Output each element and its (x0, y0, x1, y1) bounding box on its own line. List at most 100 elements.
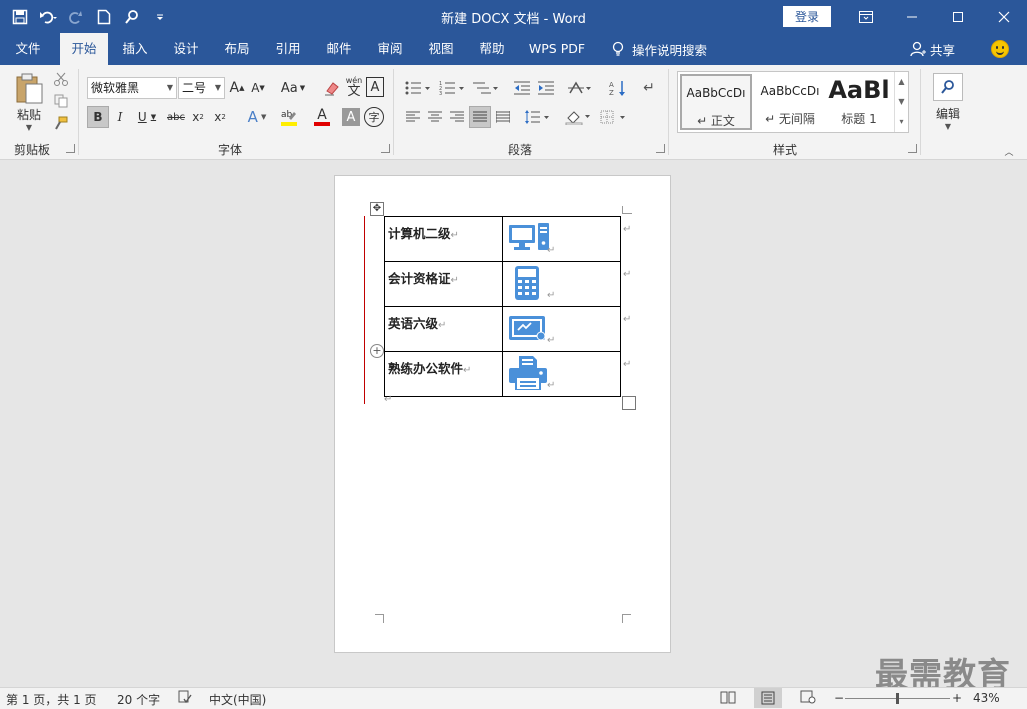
text-effects-icon[interactable]: A ▼ (243, 106, 271, 128)
tab-file[interactable]: 文件 (4, 33, 52, 65)
decrease-indent-icon[interactable] (512, 77, 532, 99)
ribbon-display-icon[interactable] (843, 0, 889, 33)
collapse-ribbon-icon[interactable]: ︿ (1002, 145, 1016, 158)
table-cell[interactable]: ↵ (502, 306, 621, 352)
undo-icon[interactable] (36, 6, 60, 28)
increase-indent-icon[interactable] (536, 77, 556, 99)
table-cell[interactable]: 计算机二级↵ (384, 216, 503, 262)
tab-view[interactable]: 视图 (418, 33, 464, 65)
table-move-handle-icon[interactable]: ✥ (370, 202, 384, 216)
share-button[interactable]: 共享 (910, 33, 955, 65)
web-layout-icon[interactable] (800, 690, 816, 707)
tab-layout[interactable]: 布局 (214, 33, 260, 65)
font-name-combo[interactable]: 微软雅黑 ▼ (87, 77, 177, 99)
styles-launcher-icon[interactable] (908, 144, 917, 153)
style-no-spacing[interactable]: AaBbCcDı ↵ 无间隔 (754, 74, 826, 130)
enclose-characters-icon[interactable]: 字 (364, 107, 384, 127)
tab-wps-pdf[interactable]: WPS PDF (522, 33, 592, 65)
bullets-icon[interactable] (403, 77, 433, 99)
superscript-icon[interactable]: x2 (211, 106, 229, 128)
multilevel-list-icon[interactable] (471, 77, 501, 99)
font-launcher-icon[interactable] (381, 144, 390, 153)
italic-icon[interactable]: I (111, 106, 129, 128)
sort-icon[interactable]: AZ (607, 77, 629, 99)
close-icon[interactable] (981, 0, 1027, 33)
table-resize-handle[interactable] (622, 396, 636, 410)
tab-references[interactable]: 引用 (265, 33, 311, 65)
proofing-icon[interactable] (178, 690, 192, 707)
styles-scrollbar[interactable]: ▲ ▼ ▾ (894, 72, 908, 132)
font-color-icon[interactable]: A (308, 106, 336, 128)
chevron-up-icon[interactable]: ▲ (895, 72, 908, 92)
insert-row-icon[interactable]: + (370, 344, 384, 358)
numbering-icon[interactable]: 123 (437, 77, 467, 99)
read-mode-icon[interactable] (720, 690, 736, 707)
editing-button[interactable]: 编辑 ▼ (928, 69, 968, 135)
copy-icon[interactable] (52, 93, 70, 109)
clear-formatting-icon[interactable] (322, 77, 342, 99)
shrink-font-icon[interactable]: A ▼ (249, 77, 267, 99)
minimize-icon[interactable] (889, 0, 935, 33)
tab-home[interactable]: 开始 (60, 33, 108, 65)
table-cell[interactable]: 英语六级↵ (384, 306, 503, 352)
zoom-in-button[interactable]: + (952, 691, 962, 705)
tab-insert[interactable]: 插入 (112, 33, 158, 65)
new-doc-icon[interactable] (92, 6, 116, 28)
skills-table[interactable]: 计算机二级↵ ↵ 会计资格证↵ ↵ 英语六级↵ ↵ 熟练办公软件↵ ↵ (384, 216, 621, 397)
align-left-icon[interactable] (403, 106, 423, 128)
document-area[interactable]: ✥ + 计算机二级↵ ↵ 会计资格证↵ ↵ 英语六级↵ ↵ 熟练办公软件↵ ↵ … (0, 160, 1027, 687)
page-count[interactable]: 第 1 页，共 1 页 (6, 691, 97, 708)
strikethrough-icon[interactable]: abc (165, 106, 187, 128)
table-cell[interactable]: ↵ (502, 261, 621, 307)
chinese-layout-icon[interactable] (566, 77, 594, 99)
document-page[interactable]: ✥ + 计算机二级↵ ↵ 会计资格证↵ ↵ 英语六级↵ ↵ 熟练办公软件↵ ↵ … (334, 175, 671, 653)
paste-button[interactable]: 粘贴 ▼ (10, 69, 48, 135)
smiley-feedback-icon[interactable] (991, 40, 1009, 58)
zoom-out-button[interactable]: − (834, 691, 844, 705)
phonetic-guide-button[interactable]: wén 文 (344, 75, 364, 99)
underline-icon[interactable]: U ▼ (133, 106, 161, 128)
line-spacing-icon[interactable] (522, 106, 552, 128)
tab-mailings[interactable]: 邮件 (316, 33, 362, 65)
grow-font-icon[interactable]: A ▲ (228, 77, 246, 99)
tab-review[interactable]: 审阅 (367, 33, 413, 65)
login-button[interactable]: 登录 (783, 6, 831, 27)
character-shading-icon[interactable]: A (342, 108, 360, 126)
show-marks-icon[interactable]: ↵ (640, 77, 658, 99)
change-case-button[interactable]: Aa ▼ (278, 77, 308, 99)
paragraph-shading-icon[interactable] (563, 106, 593, 128)
justify-icon[interactable] (469, 106, 491, 128)
align-right-icon[interactable] (447, 106, 467, 128)
bold-icon[interactable]: B (87, 106, 109, 128)
tab-design[interactable]: 设计 (163, 33, 209, 65)
cut-icon[interactable] (52, 71, 70, 87)
align-center-icon[interactable] (425, 106, 445, 128)
tell-me-search[interactable]: 操作说明搜索 (612, 33, 707, 65)
font-size-combo[interactable]: 二号 ▼ (178, 77, 225, 99)
more-icon[interactable]: ▾ (895, 112, 908, 132)
find-icon[interactable] (120, 6, 144, 28)
borders-icon[interactable] (598, 106, 628, 128)
subscript-icon[interactable]: x2 (189, 106, 207, 128)
word-count[interactable]: 20 个字 (117, 691, 160, 708)
paragraph-launcher-icon[interactable] (656, 144, 665, 153)
distributed-icon[interactable] (493, 106, 513, 128)
table-cell[interactable]: 会计资格证↵ (384, 261, 503, 307)
zoom-level[interactable]: 43% (973, 691, 1000, 705)
clipboard-launcher-icon[interactable] (66, 144, 75, 153)
maximize-icon[interactable] (935, 0, 981, 33)
language-status[interactable]: 中文(中国) (209, 691, 266, 708)
style-normal[interactable]: AaBbCcDı ↵ 正文 (680, 74, 752, 130)
table-cell[interactable]: ↵ (502, 351, 621, 397)
redo-icon[interactable] (64, 6, 88, 28)
chevron-down-icon[interactable]: ▼ (895, 92, 908, 112)
customize-icon[interactable] (148, 6, 172, 28)
save-icon[interactable] (8, 6, 32, 28)
table-cell[interactable]: 熟练办公软件↵ (384, 351, 503, 397)
character-border-icon[interactable]: A (366, 77, 384, 97)
tab-help[interactable]: 帮助 (469, 33, 515, 65)
table-cell[interactable]: ↵ (502, 216, 621, 262)
format-painter-icon[interactable] (52, 115, 70, 131)
style-heading-1[interactable]: AaBl 标题 1 (826, 74, 892, 130)
zoom-slider-thumb[interactable] (896, 693, 899, 704)
